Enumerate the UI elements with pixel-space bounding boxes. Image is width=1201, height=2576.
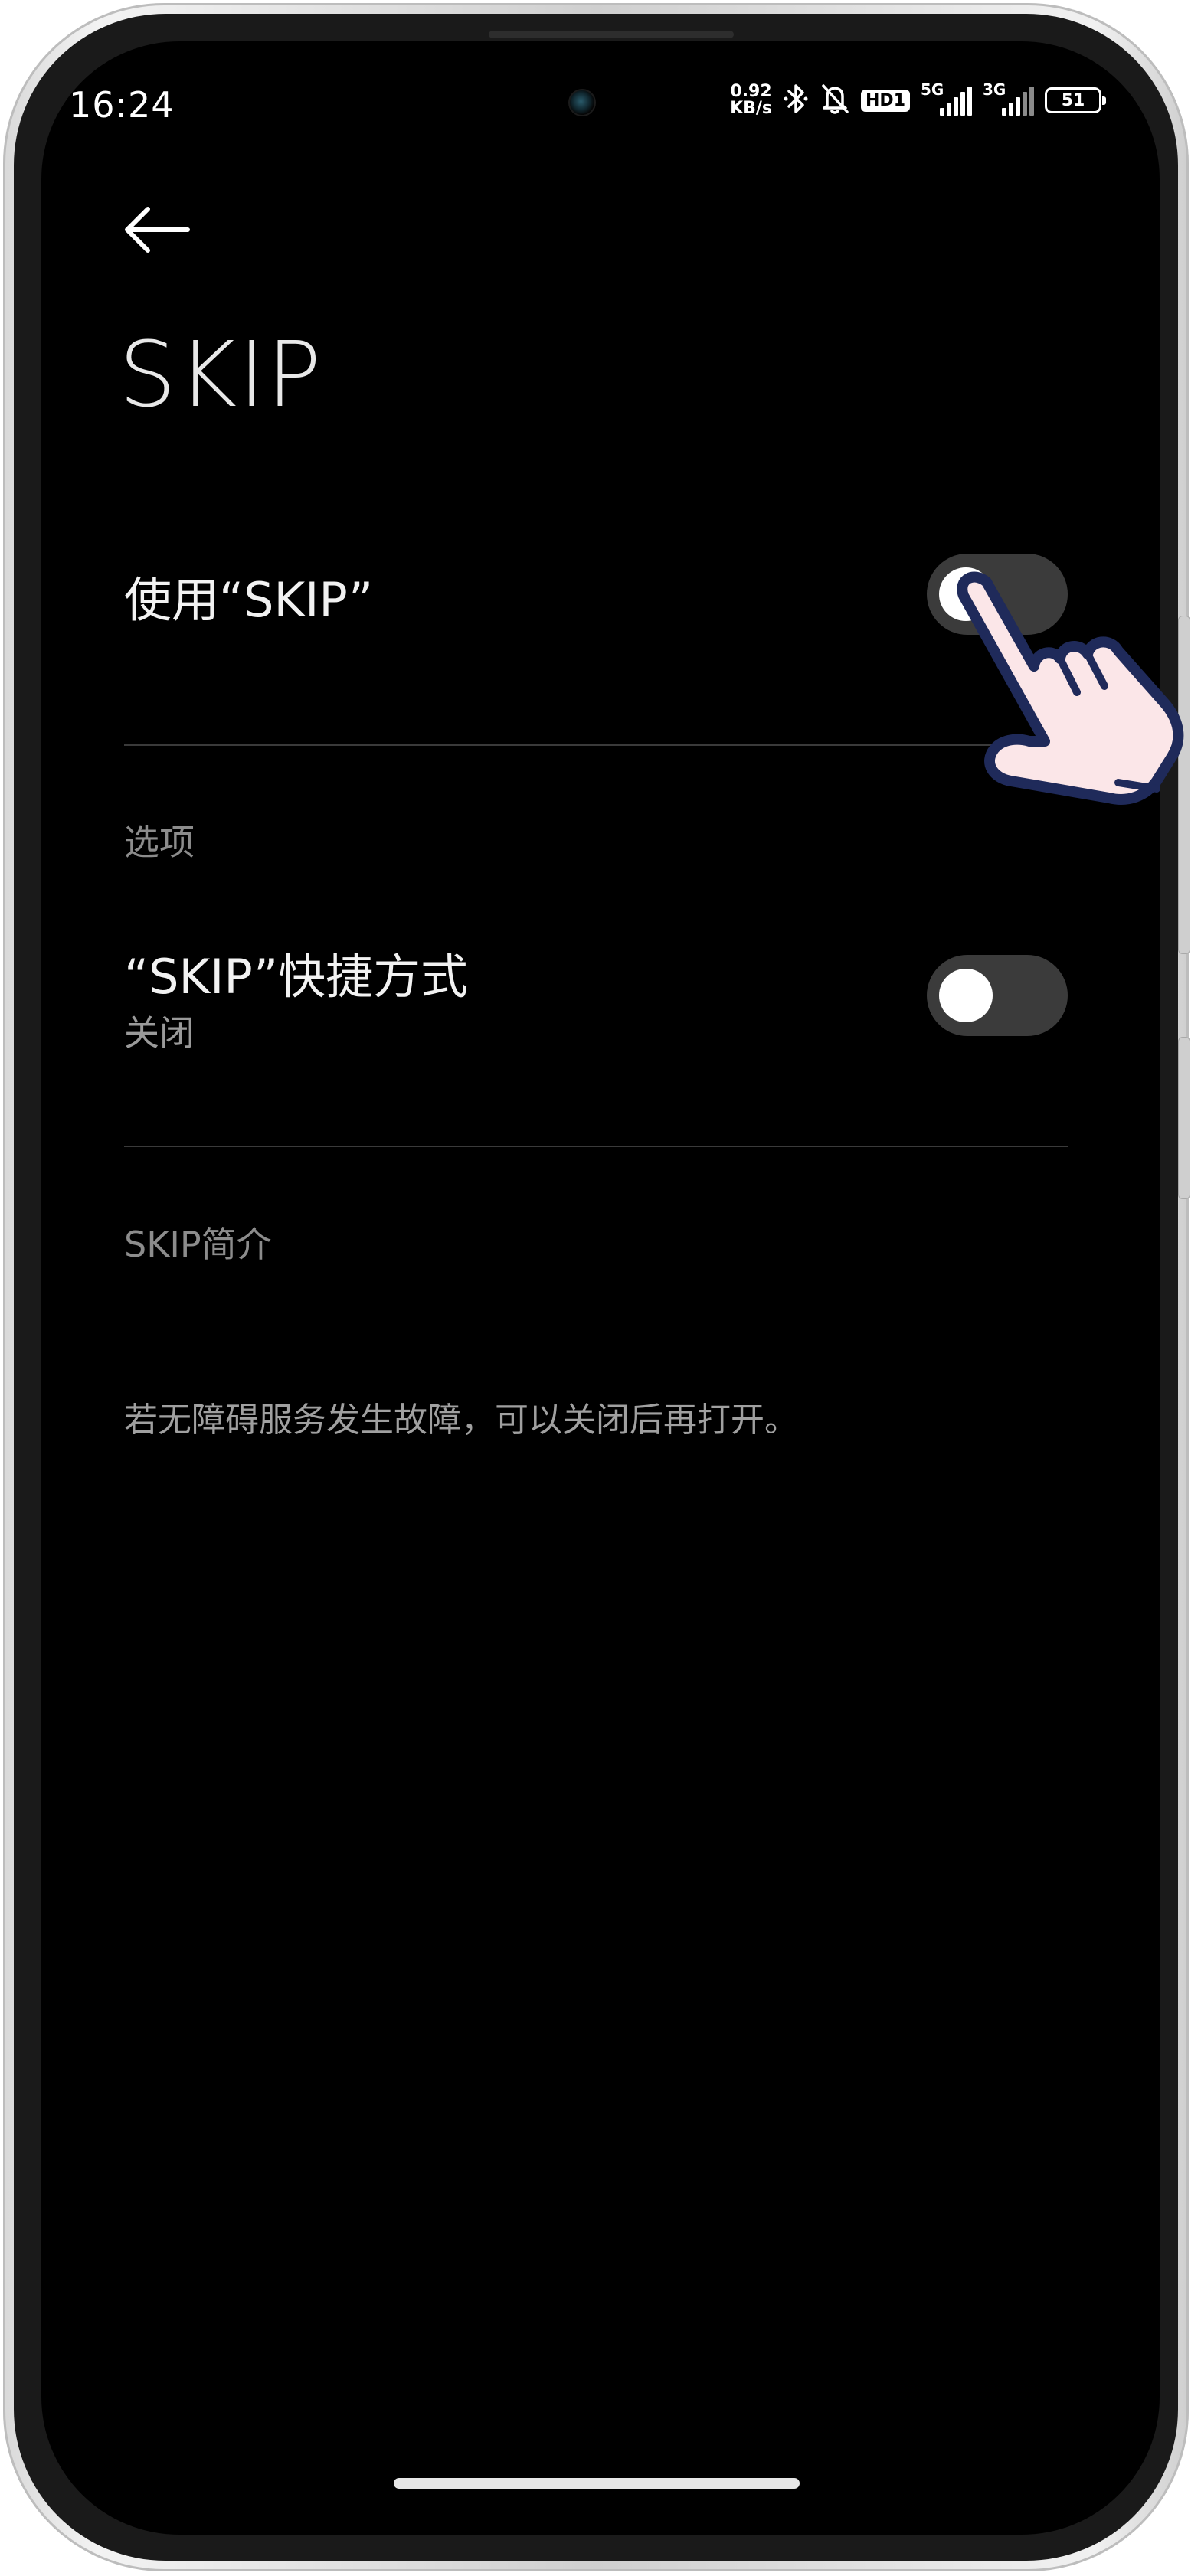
network-speed-unit: KB/s [730,99,773,118]
bluetooth-icon [783,83,809,118]
info-text: 若无障碍服务发生故障，可以关闭后再打开。 [124,1401,798,1440]
page-title: SKIP [119,322,323,427]
back-button[interactable] [115,195,199,264]
battery-level: 51 [1061,90,1085,110]
signal-strength-icon: 3G [983,80,1034,116]
options-section-label: 选项 [124,822,195,863]
battery-icon: 51 [1045,87,1106,113]
status-icons: 0.92 KB/s HD1 5G 3G 51 [730,80,1106,118]
hd-voice-badge: HD1 [861,89,910,112]
toggle-knob [939,969,993,1022]
signal-strength-icon: 5G [921,80,972,116]
home-indicator[interactable] [394,2478,800,2489]
hand-pointer-icon [957,571,1184,805]
divider [124,1146,1068,1147]
skip-intro-section-label: SKIP简介 [124,1224,272,1265]
network-speed-value: 0.92 [730,82,772,101]
bell-off-icon [820,83,850,118]
skip-shortcut-toggle[interactable] [927,955,1068,1036]
use-skip-label: 使用“SKIP” [124,572,374,628]
skip-shortcut-status: 关闭 [124,1012,195,1054]
back-arrow-icon [125,207,190,253]
status-time: 16:24 [69,84,175,126]
speaker-slit [489,31,734,38]
signal-type-label: 3G [983,80,1006,99]
network-speed: 0.92 KB/s [730,83,772,117]
power-button [1178,1037,1190,1199]
signal-type-label: 5G [921,80,944,99]
skip-shortcut-label: “SKIP”快捷方式 [124,949,469,1005]
front-camera [568,89,596,116]
